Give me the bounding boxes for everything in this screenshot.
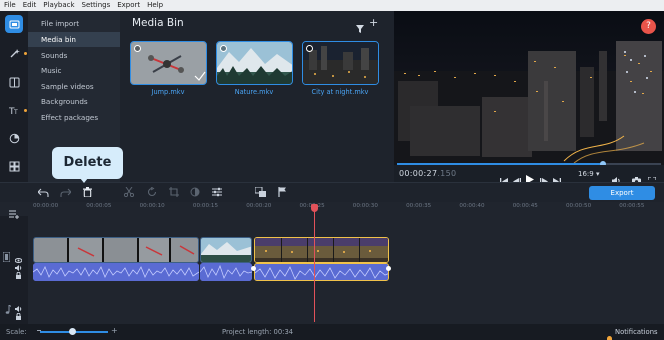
category-music[interactable]: Music: [28, 63, 120, 78]
transitions-icon[interactable]: [5, 73, 23, 91]
timeline-clip-city[interactable]: [254, 237, 389, 263]
clip-name-city: City at night.mkv: [311, 88, 369, 96]
audio-wave-jump[interactable]: [33, 263, 199, 281]
category-sample-videos[interactable]: Sample videos: [28, 79, 120, 94]
clip-thumb-nature[interactable]: [216, 41, 293, 85]
menu-playback[interactable]: Playback: [43, 0, 74, 11]
titles-icon[interactable]: TT: [5, 101, 23, 119]
clip-name-jump: Jump.mkv: [151, 88, 185, 96]
menu-bar: File Edit Playback Settings Export Help: [0, 0, 664, 11]
add-track-icon[interactable]: [9, 204, 20, 223]
media-bin-title: Media Bin: [132, 17, 184, 29]
ruler-tick-label: 00:00:50: [566, 203, 592, 209]
ruler-tick-label: 00:00:05: [86, 203, 112, 209]
svg-text:T: T: [13, 109, 18, 116]
color-adjust-icon[interactable]: [189, 186, 201, 198]
trim-handle-left[interactable]: [251, 266, 256, 271]
media-bin-panel: Media Bin + Jump.mkv Nature.mkv City at …: [120, 11, 394, 182]
video-preview[interactable]: [394, 11, 664, 165]
crop-icon[interactable]: [168, 186, 180, 198]
clip-type-icon: [220, 45, 227, 52]
menu-edit[interactable]: Edit: [23, 0, 37, 11]
category-media-bin[interactable]: Media bin: [28, 32, 120, 47]
audio-wave-nature[interactable]: [200, 263, 252, 281]
delete-tooltip: Delete: [52, 147, 123, 179]
ruler-tick-label: 00:00:20: [246, 203, 272, 209]
stickers-icon[interactable]: [5, 129, 23, 147]
video-track-icon: [2, 247, 11, 266]
ruler-tick-label: 00:00:30: [352, 203, 378, 209]
category-sounds[interactable]: Sounds: [28, 48, 120, 63]
rotate-icon[interactable]: [146, 186, 158, 198]
tooltip-arrow: [80, 178, 88, 183]
scale-slider-handle[interactable]: [69, 328, 76, 335]
music-track-icon: [4, 299, 12, 318]
clip-thumb-jump[interactable]: [130, 41, 207, 85]
clip-thumb-city[interactable]: [302, 41, 379, 85]
overlay-icon[interactable]: [254, 186, 266, 198]
timeline-clip-jump[interactable]: [33, 237, 199, 263]
audio-wave-city[interactable]: [254, 263, 389, 281]
menu-file[interactable]: File: [4, 0, 16, 11]
ruler-tick-label: 00:00:55: [619, 203, 645, 209]
add-icon[interactable]: +: [369, 16, 378, 29]
import-icon[interactable]: [5, 15, 23, 33]
help-button[interactable]: ?: [641, 19, 656, 34]
ruler-tick-label: 00:00:00: [33, 203, 59, 209]
category-file-import[interactable]: File import: [28, 16, 120, 31]
editing-toolbar: [0, 182, 664, 202]
ruler-tick-label: 00:00:35: [406, 203, 432, 209]
ruler-tick-label: 00:00:45: [512, 203, 538, 209]
project-length: Project length: 00:34: [222, 328, 294, 336]
scale-label: Scale:: [6, 328, 27, 336]
menu-help[interactable]: Help: [147, 0, 163, 11]
ruler-tick-label: 00:00:15: [192, 203, 219, 209]
aspect-ratio-select[interactable]: 16:9 ▾: [578, 170, 599, 178]
export-button[interactable]: Export: [589, 186, 655, 200]
notifications-button[interactable]: Notifications: [615, 328, 658, 336]
timeline-clip-nature[interactable]: [200, 237, 252, 263]
menu-export[interactable]: Export: [117, 0, 140, 11]
filter-icon[interactable]: [356, 18, 364, 37]
ruler-tick-label: 00:00:10: [139, 203, 165, 209]
more-tools-icon[interactable]: [5, 157, 23, 175]
trim-handle-right[interactable]: [386, 266, 391, 271]
category-backgrounds[interactable]: Backgrounds: [28, 94, 120, 109]
clip-type-icon: [306, 45, 313, 52]
marker-icon[interactable]: [276, 186, 288, 198]
category-effect-packages[interactable]: Effect packages: [28, 110, 120, 125]
magic-wand-icon[interactable]: [5, 44, 23, 62]
delete-icon[interactable]: [81, 186, 93, 198]
playback-time: 00:00:27.150: [399, 169, 457, 178]
playhead-handle[interactable]: [311, 204, 318, 212]
audio-track-lock-icon[interactable]: [15, 305, 22, 324]
zoom-in-icon[interactable]: +: [111, 326, 118, 335]
clip-name-nature: Nature.mkv: [234, 88, 274, 96]
redo-icon[interactable]: [59, 186, 71, 198]
tool-rail: TT: [0, 11, 28, 182]
bell-icon[interactable]: [606, 328, 613, 340]
track-lock-icon[interactable]: [15, 264, 22, 283]
cut-icon[interactable]: [123, 186, 135, 198]
new-dot: [24, 52, 27, 55]
undo-icon[interactable]: [37, 186, 49, 198]
playhead-line[interactable]: [314, 206, 315, 322]
ruler-tick-label: 00:00:40: [459, 203, 485, 209]
clip-properties-icon[interactable]: [211, 186, 223, 198]
new-dot: [24, 109, 27, 112]
app-window: File Edit Playback Settings Export Help …: [0, 0, 664, 340]
clip-type-icon: [134, 45, 141, 52]
menu-settings[interactable]: Settings: [82, 0, 111, 11]
